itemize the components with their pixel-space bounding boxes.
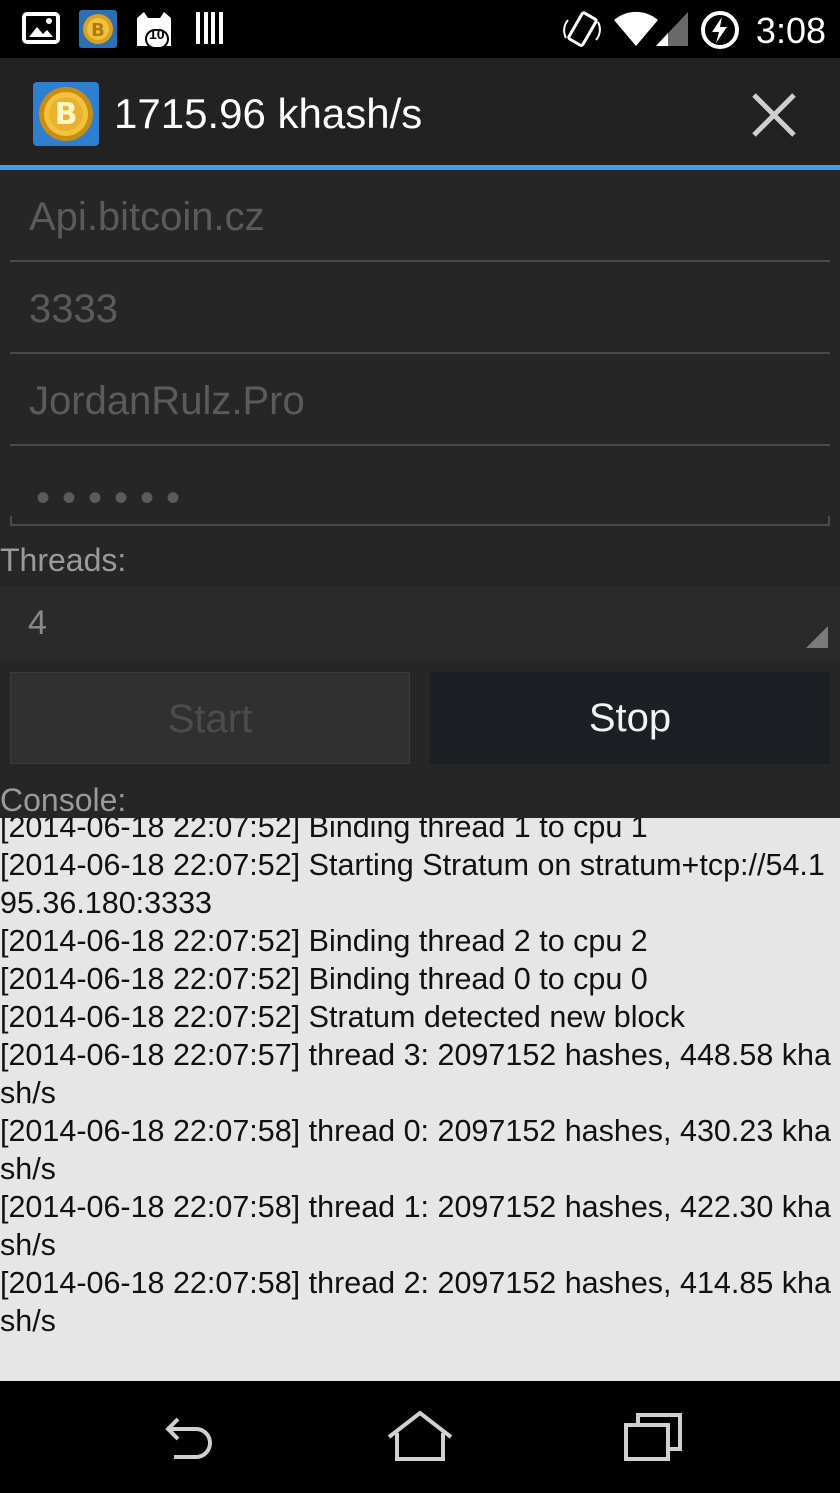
console-line: [2014-06-18 22:07:52] Binding thread 0 t… [0,962,648,996]
back-icon[interactable] [160,1409,216,1465]
threads-label: Threads: [0,542,127,578]
console-line: [2014-06-18 22:07:52] Stratum detected n… [0,1000,685,1034]
server-field[interactable]: Api.bitcoin.cz [10,170,830,262]
console-line: [2014-06-18 22:07:52] Binding thread 2 t… [0,924,648,958]
bitcoin-notification-icon: B [79,10,117,48]
console-line: [2014-06-18 22:07:57] thread 3: 2097152 … [0,1038,831,1110]
port-field[interactable]: 3333 [10,262,830,354]
gallery-icon [22,12,60,44]
barcode-icon [196,12,223,44]
clock: 3:08 [755,10,826,51]
svg-text:B: B [91,20,105,41]
console-lines: [2014-06-18 22:07:52] Binding thread 1 t… [0,818,840,1340]
threads-spinner[interactable]: 4 [0,586,840,660]
close-icon[interactable] [745,86,803,144]
console-line: [2014-06-18 22:07:52] Starting Stratum o… [0,848,825,920]
action-bar: B 1715.96 khash/s [0,58,840,165]
username-field[interactable]: JordanRulz.Pro [10,354,830,446]
bitcoin-app-icon: B [33,82,99,146]
wifi-icon [614,11,658,46]
notification-badge: 10 [149,26,165,42]
console-line: [2014-06-18 22:07:58] thread 0: 2097152 … [0,1114,831,1186]
rotate-icon [563,11,601,47]
page-title: 1715.96 khash/s [114,90,423,137]
threads-value: 4 [28,604,47,642]
password-input[interactable]: •••••• [36,476,192,521]
status-bar: B 10 3:08 [0,0,840,58]
console-line: [2014-06-18 22:07:58] thread 2: 2097152 … [0,1266,831,1338]
home-icon[interactable] [385,1409,455,1465]
signal-icon [656,12,688,46]
miner-settings-form: Api.bitcoin.cz 3333 JordanRulz.Pro •••••… [0,170,840,818]
svg-text:B: B [55,97,78,132]
console-line: [2014-06-18 22:07:52] Binding thread 1 t… [0,818,648,844]
spinner-arrow-icon [806,626,828,648]
console-label: Console: [0,782,127,818]
password-field[interactable]: •••••• [10,438,830,526]
console-output[interactable]: [2014-06-18 22:07:52] Binding thread 1 t… [0,818,840,1381]
server-input[interactable]: Api.bitcoin.cz [29,195,265,240]
recent-apps-icon[interactable] [622,1409,686,1465]
charging-icon [701,11,739,49]
console-line: [2014-06-18 22:07:58] thread 1: 2097152 … [0,1190,831,1262]
username-input[interactable]: JordanRulz.Pro [29,379,305,424]
password-underline [10,516,830,526]
navigation-bar [0,1381,840,1493]
stop-button[interactable]: Stop [430,672,830,764]
start-button[interactable]: Start [10,672,410,764]
port-input[interactable]: 3333 [29,287,118,332]
